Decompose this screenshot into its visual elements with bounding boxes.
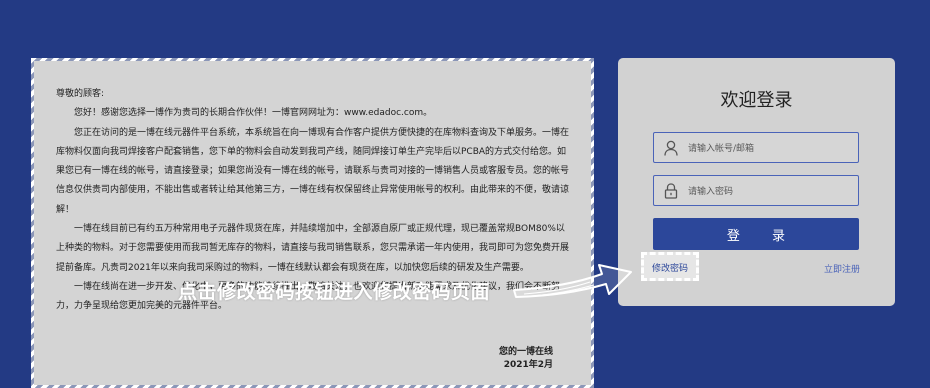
password-input[interactable]	[686, 176, 860, 207]
letter-paragraph-2: 您正在访问的是一博在线元器件平台系统，本系统旨在向一博现有合作客户提供方便快捷的…	[56, 127, 570, 215]
letter-date: 2021年2月	[503, 360, 553, 370]
login-card: 欢迎登录 登 录 修改密码 立即注册	[618, 58, 895, 306]
letter-frame: 尊敬的顾客: 您好！感谢您选择一博作为贵司的长期合作伙伴！一博官网网址为：www…	[31, 58, 594, 388]
lock-icon	[664, 183, 678, 199]
login-button[interactable]: 登 录	[653, 218, 859, 250]
forgot-password-highlight: 修改密码	[641, 252, 699, 281]
annotation-text: 点击修改密码按钮进入修改密码页面	[178, 281, 491, 303]
change-password-link[interactable]: 修改密码	[644, 261, 696, 274]
account-input[interactable]	[686, 133, 860, 164]
account-field[interactable]	[653, 132, 860, 164]
arrow-right-icon	[513, 264, 632, 298]
letter-paragraph-1: 您好！感谢您选择一博作为贵司的长期合作伙伴！一博官网网址为：www.edadoc…	[74, 108, 433, 119]
letter-paragraph-3: 一博在线目前已有约五万种常用电子元器件现货在库，并陆续增加中，全部源自原厂或正规…	[56, 224, 570, 273]
register-link[interactable]: 立即注册	[824, 262, 860, 275]
password-field[interactable]	[653, 175, 860, 207]
login-title: 欢迎登录	[720, 90, 793, 111]
notice-letter: 尊敬的顾客: 您好！感谢您选择一博作为贵司的长期合作伙伴！一博官网网址为：www…	[34, 61, 591, 385]
user-icon	[664, 140, 678, 156]
letter-greeting: 尊敬的顾客:	[56, 89, 105, 99]
